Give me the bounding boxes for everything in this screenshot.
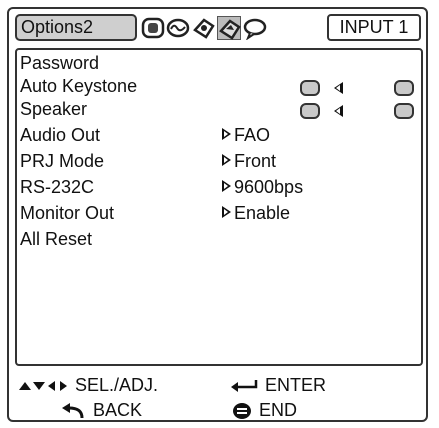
options1-icon[interactable] <box>217 16 241 40</box>
language-icon[interactable] <box>243 16 267 40</box>
menu-item-label: Speaker <box>20 99 88 119</box>
menu-item-label: All Reset <box>20 229 93 249</box>
right-arrow-icon <box>222 128 231 140</box>
right-arrow-icon <box>222 180 231 192</box>
auto-keystone-off-icon[interactable] <box>300 80 320 96</box>
enter-hint: ENTER <box>230 375 326 395</box>
sel-adj-hint: SEL./ADJ. <box>18 375 158 395</box>
tab-options2-label: Options2 <box>21 17 94 37</box>
monitor-out-value[interactable]: Enable <box>222 202 290 224</box>
auto-keystone-on-icon[interactable] <box>394 80 414 96</box>
audio-out-value[interactable]: FAO <box>222 124 270 146</box>
back-label: BACK <box>93 400 143 420</box>
sel-adj-label: SEL./ADJ. <box>75 375 159 395</box>
menu-item-label: RS-232C <box>20 177 95 197</box>
menu-item-all-reset[interactable]: All Reset <box>20 228 92 250</box>
menu-item-speaker[interactable]: Speaker <box>20 98 87 120</box>
prj-mode-value[interactable]: Front <box>222 150 276 172</box>
picture-adjust-icon[interactable] <box>141 16 165 40</box>
value-text: Enable <box>234 203 291 223</box>
menu-item-prj-mode[interactable]: PRJ Mode <box>20 150 104 172</box>
enter-icon <box>231 380 258 393</box>
rs232c-value[interactable]: 9600bps <box>222 176 303 198</box>
value-text: 9600bps <box>234 177 304 197</box>
menu-item-label: Monitor Out <box>20 203 115 223</box>
menu-item-label: Audio Out <box>20 125 101 145</box>
tab-options2[interactable]: Options2 <box>15 14 137 41</box>
input-label: INPUT 1 <box>339 17 409 37</box>
back-icon <box>62 403 84 419</box>
end-label: END <box>259 400 298 420</box>
menu-item-label: Password <box>20 53 100 73</box>
menu-button-icon <box>233 403 251 420</box>
value-text: FAO <box>234 125 271 145</box>
arrow-keys-icon <box>19 381 67 392</box>
left-arrow-icon <box>334 82 343 94</box>
input-indicator: INPUT 1 <box>327 14 421 41</box>
right-arrow-icon <box>222 154 231 166</box>
menu-item-label: PRJ Mode <box>20 151 105 171</box>
speaker-off-icon[interactable] <box>300 103 320 119</box>
end-hint: END <box>232 400 297 420</box>
left-arrow-icon <box>334 105 343 117</box>
menu-item-label: Auto Keystone <box>20 76 138 96</box>
right-arrow-icon <box>222 206 231 218</box>
back-hint: BACK <box>60 400 142 420</box>
menu-item-monitor-out[interactable]: Monitor Out <box>20 202 114 224</box>
enter-label: ENTER <box>265 375 327 395</box>
speaker-on-icon[interactable] <box>394 103 414 119</box>
value-text: Front <box>234 151 277 171</box>
fine-sync-icon[interactable] <box>192 16 216 40</box>
menu-item-rs232c[interactable]: RS-232C <box>20 176 94 198</box>
menu-item-audio-out[interactable]: Audio Out <box>20 124 100 146</box>
menu-item-auto-keystone[interactable]: Auto Keystone <box>20 75 137 97</box>
sync-adjust-icon[interactable] <box>166 16 190 40</box>
menu-item-password[interactable]: Password <box>20 52 99 74</box>
